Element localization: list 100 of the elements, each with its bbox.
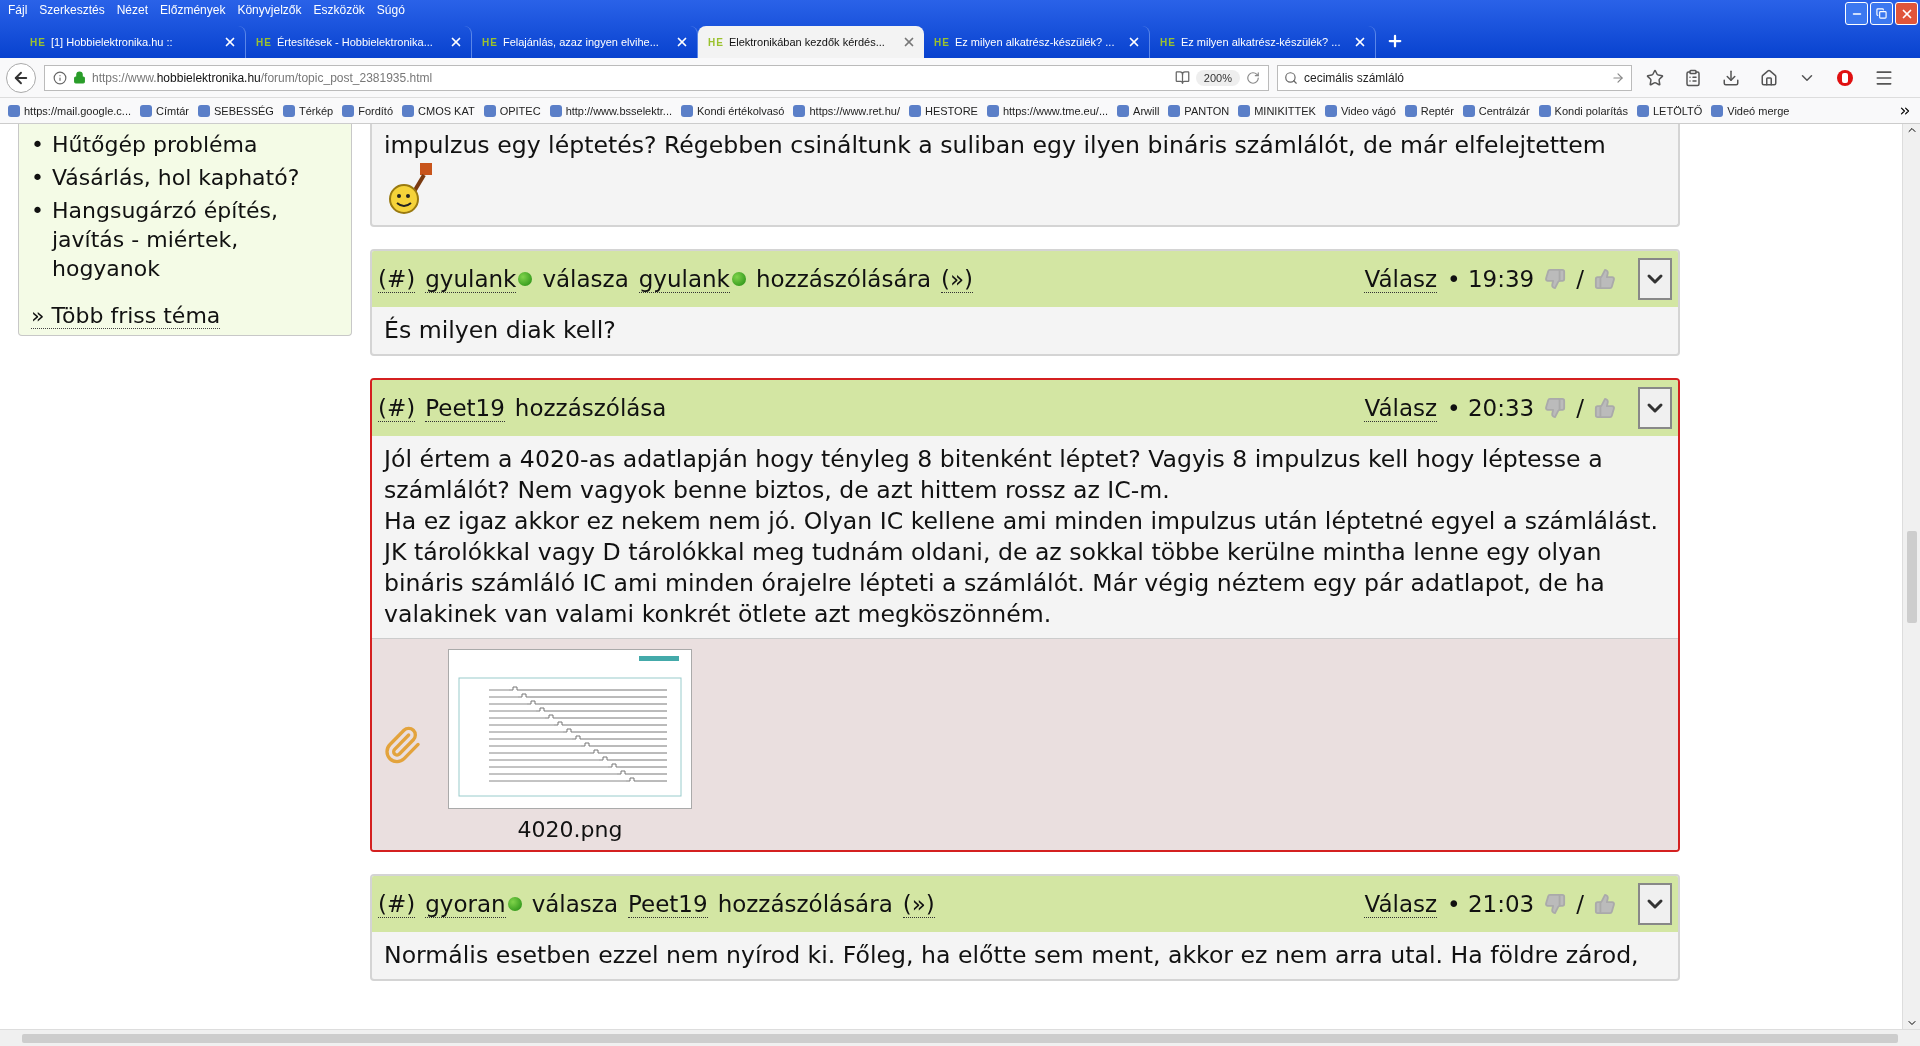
restore-button[interactable]	[1870, 2, 1893, 25]
bookmark-link[interactable]: SEBESSÉG	[198, 104, 274, 117]
bullet: •	[31, 131, 44, 159]
topic-link[interactable]: Hűtőgép probléma	[52, 130, 258, 159]
tab-favicon: HE	[482, 36, 498, 48]
post-text: Jól értem a 4020-as adatlapján hogy tényleg 8 bitenként léptet? Vagyis 8 impulzus kell hogy léptesse a számlálót? Nem vagyok benne biztos, de azt hittem rossz az IC-m.	[384, 444, 1604, 506]
bookmark-link[interactable]: Video vágó	[1324, 104, 1396, 117]
scrollbar-thumb[interactable]	[22, 1033, 1898, 1043]
menu-item[interactable]: Eszközök	[309, 3, 373, 17]
reply-link[interactable]: Válasz	[1364, 265, 1438, 293]
bookmark-link[interactable]: MINIKITTEK	[1238, 104, 1316, 117]
scrollbar-thumb[interactable]	[1906, 530, 1917, 623]
image-thumbnail[interactable]	[448, 649, 692, 809]
menu-item[interactable]: Nézet	[112, 3, 157, 17]
bookmark-link[interactable]: PANTON	[1168, 104, 1230, 117]
bookmark-link[interactable]: LETÖLTŐ	[1636, 104, 1703, 117]
close-icon[interactable]	[1353, 35, 1367, 49]
vertical-scrollbar[interactable]	[1902, 124, 1920, 1029]
more-topics-link[interactable]: » Több friss téma	[31, 303, 221, 329]
close-icon[interactable]	[675, 35, 689, 49]
jump-link[interactable]: (»)	[902, 890, 935, 918]
bookmark-link[interactable]: Kondi értékolvasó	[681, 104, 785, 117]
post-header-text: hozzászólására	[717, 891, 893, 917]
permalink-link[interactable]: (#)	[378, 265, 416, 293]
topic-link[interactable]: Hangsugárzó építés, javítás - miértek, hogyanok	[52, 196, 343, 283]
close-button[interactable]	[1895, 2, 1918, 25]
close-icon[interactable]	[449, 35, 463, 49]
tab-title: Ez milyen alkatrész-készülék? ...	[954, 36, 1116, 48]
minimize-button[interactable]	[1845, 2, 1868, 25]
permalink-link[interactable]: (#)	[378, 394, 416, 422]
plus-icon[interactable]	[1386, 32, 1404, 50]
post-menu-button[interactable]	[1638, 883, 1672, 925]
reply-link[interactable]: Válasz	[1364, 394, 1438, 422]
zoom-level-badge[interactable]: 200%	[1195, 69, 1240, 86]
search-icon	[1284, 70, 1298, 85]
info-icon[interactable]	[53, 70, 67, 85]
menu-item[interactable]: Fájl	[4, 3, 36, 17]
reply-link[interactable]: Válasz	[1364, 890, 1438, 918]
bookmark-link[interactable]: Fordító	[342, 104, 394, 117]
thumbs-up-icon[interactable]	[1594, 397, 1616, 419]
author-link[interactable]: gyoran	[425, 890, 506, 918]
permalink-link[interactable]: (#)	[378, 890, 416, 918]
thumbs-down-icon[interactable]	[1544, 893, 1567, 915]
search-field[interactable]: cecimális számláló	[1277, 64, 1632, 91]
close-icon[interactable]	[223, 35, 237, 49]
author-link[interactable]: Peet19	[628, 890, 708, 918]
post-menu-button[interactable]	[1638, 258, 1672, 300]
bookmark-link[interactable]: Videó merge	[1711, 104, 1790, 117]
browser-tab[interactable]: HE Elektronikában kezdők kérdés...	[698, 26, 924, 58]
thumbs-up-icon[interactable]	[1594, 268, 1616, 290]
vote-separator: /	[1576, 891, 1584, 917]
bookmark-link[interactable]: http://www.bsselektr...	[549, 104, 672, 117]
tab-favicon: HE	[30, 36, 46, 48]
bookmark-link[interactable]: Arwill	[1117, 104, 1160, 117]
menu-item[interactable]: Szerkesztés	[35, 3, 113, 17]
thumbs-down-icon[interactable]	[1544, 397, 1567, 419]
menu-item[interactable]: Könyvjelzők	[233, 3, 310, 17]
vote-separator: /	[1576, 395, 1584, 421]
bookmark-link[interactable]: Kondi polarítás	[1538, 104, 1628, 117]
reload-icon[interactable]	[1246, 70, 1260, 85]
address-field[interactable]: https://www.hobbielektronika.hu/forum/topic_post_2381935.html 200%	[44, 64, 1269, 91]
post-text: Normális esetben ezzel nem nyírod ki. Főleg, ha előtte sem ment, akkor ez nem arra utal. Ha földre zárod,	[384, 940, 1640, 971]
post-header-text: válasza	[542, 266, 629, 292]
back-button[interactable]	[6, 62, 36, 93]
bookmark-link[interactable]: OPITEC	[483, 104, 541, 117]
attachment-filename[interactable]: 4020.png	[517, 817, 623, 842]
reader-view-icon[interactable]	[1174, 70, 1190, 85]
menu-item[interactable]: Súgó	[372, 3, 413, 17]
menu-item[interactable]: Előzmények	[156, 3, 234, 17]
topic-link[interactable]: Vásárlás, hol kapható?	[52, 163, 300, 192]
author-link[interactable]: gyulank	[425, 265, 517, 293]
url-text: https://www.hobbielektronika.hu/forum/topic_post_2381935.html	[92, 70, 434, 85]
bookmark-link[interactable]: https://www.ret.hu/	[793, 104, 900, 117]
bookmark-link[interactable]: HESTORE	[908, 104, 978, 117]
thumbs-down-icon[interactable]	[1544, 268, 1567, 290]
author-link[interactable]: gyulank	[638, 265, 730, 293]
bookmark-link[interactable]: https://www.tme.eu/...	[986, 104, 1109, 117]
bullet: •	[31, 164, 44, 192]
thumbs-up-icon[interactable]	[1594, 893, 1616, 915]
jump-link[interactable]: (»)	[941, 265, 974, 293]
tab-title: Elektronikában kezdők kérdés...	[728, 36, 886, 48]
author-link[interactable]: Peet19	[425, 394, 505, 422]
post-menu-button[interactable]	[1638, 387, 1672, 429]
tab-title: [1] Hobbielektronika.hu ::	[50, 36, 174, 48]
tab-title: Felajánlás, azaz ingyen elvihe...	[502, 36, 660, 48]
lock-icon	[73, 71, 86, 84]
vote-separator: /	[1576, 266, 1584, 292]
tab-favicon: HE	[1160, 36, 1176, 48]
bookmark-link[interactable]: https://mail.google.c...	[8, 104, 131, 117]
close-icon[interactable]	[902, 35, 916, 49]
post-text: Ha ez igaz akkor ez nekem nem jó. Olyan IC kellene ami minden impulzus után léptetné egyel a számlálást. JK tárolókkal vagy D tárolókkal meg tudnám oldani, de az sokkal többe kerülne mintha lenne egy olyan bináris számláló IC ami minden órajelre lépteti a számlálót. Már végig néztem egy pár adatlapot, de ha valakinek van valami konkrét ötlete azt megköszönném.	[384, 506, 1660, 630]
bookmark-link[interactable]: CMOS KAT	[402, 104, 475, 117]
close-icon[interactable]	[1127, 35, 1141, 49]
bookmark-link[interactable]: Címtár	[140, 104, 189, 117]
bookmark-link[interactable]: Centrálzár	[1462, 104, 1530, 117]
bookmark-link[interactable]: Reptér	[1404, 104, 1454, 117]
bookmark-link[interactable]: Térkép	[282, 104, 334, 117]
post-time: • 20:33	[1447, 395, 1535, 421]
horizontal-scrollbar[interactable]	[0, 1029, 1920, 1046]
tab-favicon: HE	[256, 36, 272, 48]
